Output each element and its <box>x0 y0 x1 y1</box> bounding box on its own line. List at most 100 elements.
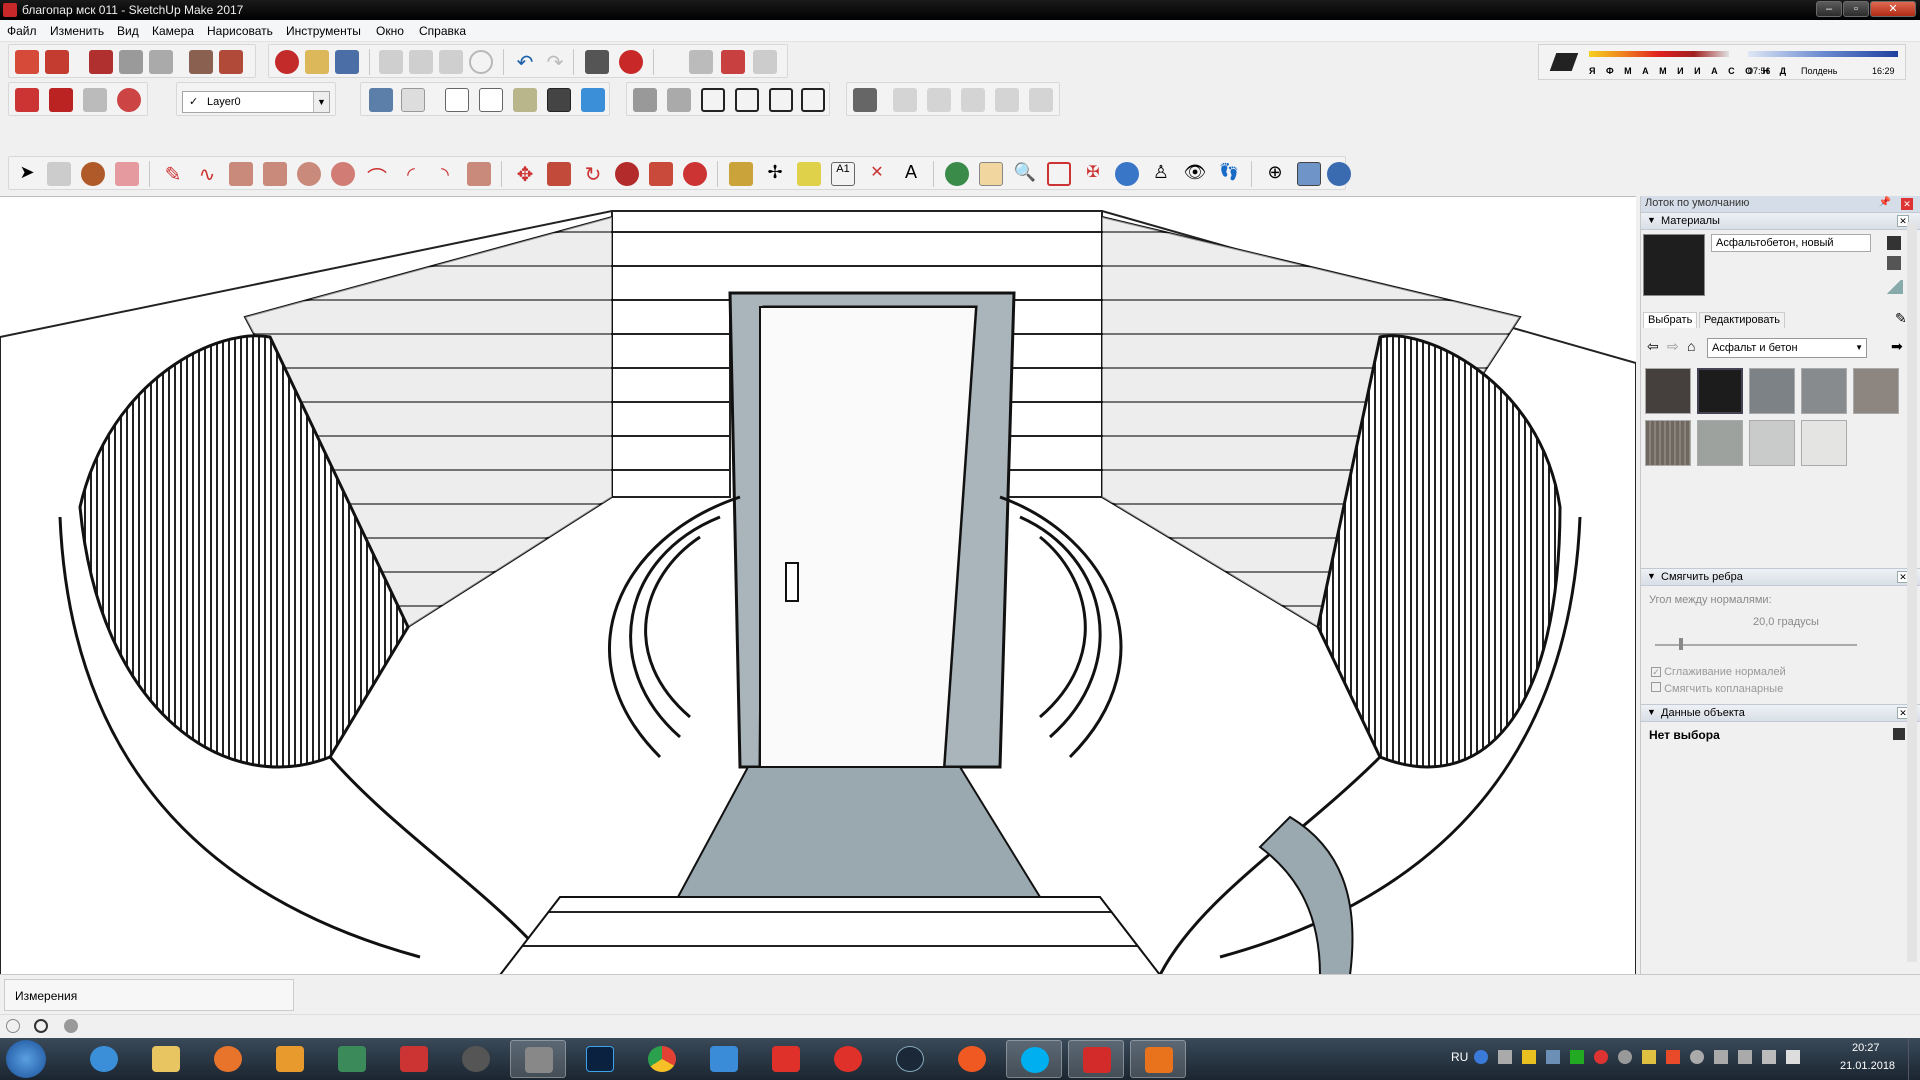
language-indicator[interactable]: RU <box>1451 1050 1468 1064</box>
shaded-textures-icon[interactable] <box>547 88 571 112</box>
taskbar-firefox[interactable] <box>200 1040 256 1078</box>
credits-icon[interactable] <box>34 1019 48 1033</box>
select-arrow-icon[interactable]: ➤ <box>15 162 39 186</box>
look-around-icon[interactable]: 👁 <box>1183 162 1207 186</box>
arc-icon[interactable]: ⌒ <box>365 162 389 190</box>
swatch-7[interactable] <box>1697 420 1743 466</box>
download-icon[interactable] <box>1570 1050 1584 1064</box>
pan-hand-icon[interactable] <box>979 162 1003 186</box>
model-info-red-icon[interactable] <box>619 50 643 74</box>
hidden-line-icon[interactable] <box>479 88 503 112</box>
zoom-icon[interactable]: 🔍 <box>1013 162 1037 186</box>
offset-icon[interactable] <box>683 162 707 186</box>
redo-icon[interactable]: ↷ <box>543 50 567 74</box>
share-model-icon[interactable] <box>49 88 73 112</box>
section-plane-tool-icon[interactable]: ⊕ <box>1263 162 1287 186</box>
swatch-6[interactable] <box>1645 420 1691 466</box>
menu-edit[interactable]: Изменить <box>50 24 104 38</box>
front-view-icon[interactable] <box>701 88 725 112</box>
menu-camera[interactable]: Камера <box>152 24 194 38</box>
section-toggle-icon[interactable] <box>1029 88 1053 112</box>
soften-edges-header[interactable]: ▼ Смягчить ребра ✕ <box>1641 568 1920 586</box>
menu-view[interactable]: Вид <box>117 24 139 38</box>
left-view-icon[interactable] <box>801 88 825 112</box>
extension-manager-icon[interactable] <box>753 50 777 74</box>
taskbar-steam[interactable] <box>882 1040 938 1078</box>
chevron-down-icon[interactable]: ▼ <box>313 92 329 112</box>
sample-paint-icon[interactable] <box>1885 280 1903 294</box>
monochrome-icon[interactable] <box>581 88 605 112</box>
warehouse-icon[interactable] <box>15 50 39 74</box>
taskbar-archicad[interactable] <box>324 1040 380 1078</box>
eyedropper-icon[interactable]: ✎ <box>1895 310 1907 327</box>
circle-icon[interactable] <box>297 162 321 186</box>
show-desktop-button[interactable] <box>1908 1038 1920 1080</box>
menu-file[interactable]: Файл <box>7 24 37 38</box>
iso-view-icon[interactable] <box>633 88 657 112</box>
follow-me-icon[interactable] <box>615 162 639 186</box>
polygon-icon[interactable] <box>331 162 355 186</box>
swatch-2[interactable] <box>1697 368 1743 414</box>
orbit-icon[interactable] <box>945 162 969 186</box>
taskbar-uplay[interactable] <box>696 1040 752 1078</box>
geo-location-icon[interactable] <box>6 1019 20 1033</box>
taskbar-sketchup[interactable] <box>1068 1040 1124 1078</box>
menu-draw[interactable]: Нарисовать <box>207 24 273 38</box>
maximize-button[interactable]: ▫ <box>1843 1 1869 17</box>
top-view-icon[interactable] <box>667 88 691 112</box>
steam-tray-icon[interactable] <box>1546 1050 1560 1064</box>
start-button[interactable] <box>6 1040 46 1078</box>
antivirus-icon[interactable] <box>1594 1050 1608 1064</box>
details-arrow-icon[interactable]: ➡ <box>1891 338 1903 355</box>
taskbar-yandex[interactable] <box>758 1040 814 1078</box>
measurements-box[interactable]: Измерения <box>4 979 294 1011</box>
back-arrow-icon[interactable]: ⇦ <box>1647 338 1659 355</box>
tape-measure-icon[interactable] <box>729 162 753 186</box>
style-icon[interactable] <box>219 50 243 74</box>
text-icon[interactable]: A1 <box>831 162 855 186</box>
soften-coplanar-checkbox[interactable]: Смягчить копланарные <box>1651 682 1783 695</box>
clock-time[interactable]: 20:27 <box>1852 1042 1880 1054</box>
close-button[interactable]: ✕ <box>1870 1 1916 17</box>
cut-icon[interactable] <box>379 50 403 74</box>
open-folder-icon[interactable] <box>305 50 329 74</box>
tab-select[interactable]: Выбрать <box>1643 312 1698 328</box>
flag-icon[interactable] <box>1762 1050 1776 1064</box>
taskbar-ie[interactable] <box>76 1040 132 1078</box>
model-viewport[interactable] <box>0 196 1636 974</box>
wireframe-icon[interactable] <box>445 88 469 112</box>
three-point-arc-icon[interactable]: ◝ <box>433 162 457 186</box>
taskbar-ccleaner[interactable] <box>448 1040 504 1078</box>
shaded-icon[interactable] <box>513 88 537 112</box>
swatch-3[interactable] <box>1749 368 1795 414</box>
share-component-icon[interactable] <box>83 88 107 112</box>
walk-icon[interactable]: 👣 <box>1217 162 1241 186</box>
clock-date[interactable]: 21.01.2018 <box>1840 1060 1895 1072</box>
axes-icon[interactable]: ✕ <box>865 162 889 186</box>
swatch-5[interactable] <box>1853 368 1899 414</box>
3d-text-icon[interactable]: A <box>899 162 923 186</box>
section-fill-icon[interactable] <box>961 88 985 112</box>
tray-scrollbar[interactable] <box>1907 222 1917 962</box>
pin-icon[interactable]: 📌 <box>1879 197 1891 208</box>
taskbar-photoshop[interactable] <box>572 1040 628 1078</box>
angle-slider-thumb[interactable] <box>1679 638 1684 650</box>
section-planes-icon[interactable] <box>995 88 1019 112</box>
freehand-icon[interactable]: ∿ <box>195 162 219 186</box>
entity-info-header[interactable]: ▼ Данные объекта ✕ <box>1641 704 1920 722</box>
erase-icon[interactable] <box>469 50 493 74</box>
taskbar-yandex-browser[interactable] <box>820 1040 876 1078</box>
get-models-icon[interactable] <box>15 88 39 112</box>
zoom-extents-icon[interactable]: ✠ <box>1081 162 1105 186</box>
rectangle-icon[interactable] <box>229 162 253 186</box>
taskbar-skype[interactable] <box>1006 1040 1062 1078</box>
sandbox-icon[interactable] <box>1327 162 1351 186</box>
minimize-button[interactable]: – <box>1816 1 1842 17</box>
push-pull-icon[interactable] <box>547 162 571 186</box>
warehouse-3d-icon[interactable] <box>117 88 141 112</box>
model-info-icon[interactable] <box>89 50 113 74</box>
entity-toggle-icon[interactable] <box>1893 728 1905 740</box>
zoom-window-icon[interactable] <box>1047 162 1071 186</box>
move-icon[interactable]: ✥ <box>513 162 537 186</box>
taskbar-pdf[interactable] <box>1130 1040 1186 1078</box>
